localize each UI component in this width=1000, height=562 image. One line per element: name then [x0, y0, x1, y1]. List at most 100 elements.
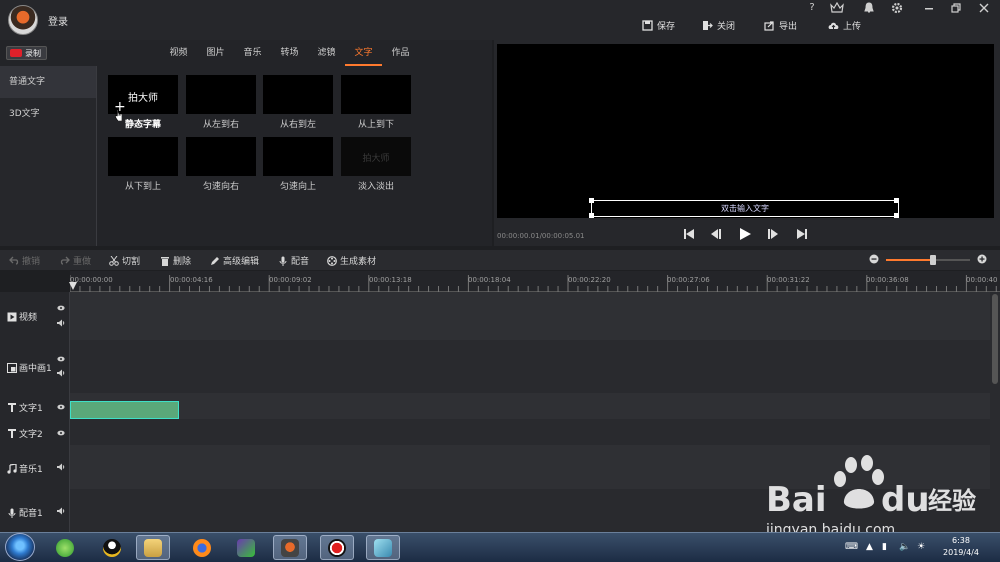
zoom-out-icon[interactable] [869, 254, 879, 264]
template-thumbnail[interactable] [186, 137, 256, 176]
speaker-icon[interactable]: 🔈 [899, 542, 910, 552]
eye-icon[interactable] [57, 304, 65, 313]
advanced-edit-button[interactable]: 高级编辑 [210, 254, 259, 267]
template-thumbnail[interactable] [263, 75, 333, 114]
dub-button[interactable]: 配音 [278, 254, 309, 267]
track-text2[interactable] [70, 419, 990, 445]
tab-text[interactable]: 文字 [345, 40, 382, 66]
microphone-icon [8, 508, 16, 518]
undo-button[interactable]: 撤销 [9, 254, 40, 267]
music-note-icon [7, 463, 17, 474]
template-thumbnail[interactable]: 拍大师 [341, 137, 411, 176]
taskbar-app-qq[interactable] [95, 535, 129, 560]
redo-icon [60, 256, 70, 265]
avatar[interactable] [8, 5, 38, 35]
ruler-label: 00:00:13:18 [369, 276, 412, 284]
restore-icon[interactable] [949, 2, 963, 14]
taskbar-app-firefox[interactable] [185, 535, 219, 560]
record-icon [10, 49, 22, 57]
generate-material-label: 生成素材 [340, 257, 377, 267]
dub-label: 配音 [291, 257, 310, 267]
taskbar-app-explorer[interactable] [136, 535, 170, 560]
ruler-label: 00:00:27:06 [667, 276, 710, 284]
tab-music[interactable]: 音乐 [234, 40, 271, 66]
show-hidden-icons-icon[interactable]: ▲ [866, 542, 873, 552]
close-project-button[interactable]: 关闭 [702, 19, 735, 32]
help-icon[interactable]: ? [805, 2, 819, 14]
volume-icon[interactable] [57, 369, 65, 379]
login-link[interactable]: 登录 [48, 13, 68, 28]
resize-handle[interactable] [894, 198, 899, 203]
tab-image[interactable]: 图片 [197, 40, 234, 66]
skip-start-icon[interactable] [682, 227, 696, 241]
pip-track-icon [7, 362, 17, 373]
weather-icon[interactable]: ☀ [917, 542, 925, 552]
resize-handle[interactable] [894, 213, 899, 218]
redo-button[interactable]: 重做 [60, 254, 91, 267]
track-video[interactable] [70, 292, 990, 340]
template-thumbnail[interactable] [186, 75, 256, 114]
track-name: 文字1 [19, 404, 43, 414]
close-window-icon[interactable] [977, 2, 991, 14]
play-icon[interactable] [738, 227, 752, 241]
text-clip[interactable] [70, 401, 179, 419]
vip-icon[interactable] [830, 1, 844, 14]
keyboard-icon[interactable]: ⌨ [845, 542, 858, 552]
ruler-label: 00:00:31:22 [767, 276, 810, 284]
edit-toolbar [0, 250, 1000, 270]
start-button[interactable] [5, 533, 35, 561]
template-thumbnail[interactable] [341, 75, 411, 114]
bell-icon[interactable] [862, 2, 876, 14]
template-label: 从左到右 [202, 120, 239, 130]
svg-text:Bai: Bai [766, 480, 827, 520]
cut-button[interactable]: 切割 [109, 254, 140, 267]
minimize-icon[interactable] [922, 2, 936, 14]
prev-frame-icon[interactable] [709, 227, 723, 241]
track-name: 音乐1 [19, 465, 43, 475]
zoom-slider-handle[interactable] [930, 255, 937, 265]
taskbar-app-recorder[interactable] [320, 535, 354, 560]
volume-icon[interactable] [57, 319, 65, 329]
track-text1[interactable] [70, 393, 990, 419]
generate-material-button[interactable]: 生成素材 [327, 254, 376, 267]
preview-screen[interactable] [497, 44, 994, 218]
template-label: 匀速向右 [202, 182, 239, 192]
export-button[interactable]: 导出 [764, 19, 797, 32]
tab-transition[interactable]: 转场 [271, 40, 308, 66]
volume-icon[interactable] [57, 507, 65, 517]
eye-icon[interactable] [57, 355, 65, 364]
eye-icon[interactable] [57, 403, 65, 412]
tab-works[interactable]: 作品 [382, 40, 419, 66]
text-input-box[interactable]: 双击输入文字 [591, 200, 899, 217]
track-label-pip: 画中画1 [7, 361, 52, 374]
taskbar-app-paidashi[interactable] [273, 535, 307, 560]
record-button[interactable]: 录制 [6, 46, 47, 60]
category-3d-text[interactable]: 3D文字 [0, 98, 96, 130]
settings-gear-icon[interactable] [890, 2, 904, 14]
tab-filter[interactable]: 滤镜 [308, 40, 345, 66]
zoom-in-icon[interactable] [977, 254, 987, 264]
eye-icon[interactable] [57, 429, 65, 438]
next-frame-icon[interactable] [766, 227, 780, 241]
save-button[interactable]: 保存 [642, 19, 675, 32]
category-normal-text[interactable]: 普通文字 [0, 66, 96, 98]
taskbar-app-media[interactable] [229, 535, 263, 560]
taskbar-app-360[interactable] [48, 535, 82, 560]
scrollbar-thumb[interactable] [992, 294, 998, 384]
tab-video[interactable]: 视频 [160, 40, 197, 66]
volume-icon[interactable] [57, 463, 65, 473]
ruler-label: 00:00:22:20 [568, 276, 611, 284]
template-thumbnail[interactable] [108, 137, 178, 176]
redo-label: 重做 [73, 257, 92, 267]
skip-end-icon[interactable] [795, 227, 809, 241]
track-pip[interactable] [70, 340, 990, 393]
template-thumbnail[interactable] [263, 137, 333, 176]
battery-icon[interactable]: ▮ [882, 542, 887, 552]
resize-handle[interactable] [589, 198, 594, 203]
taskbar-app-notes[interactable] [366, 535, 400, 560]
delete-button[interactable]: 删除 [160, 254, 191, 267]
resize-handle[interactable] [589, 213, 594, 218]
taskbar-clock[interactable]: 6:38 2019/4/4 [936, 535, 986, 559]
upload-button[interactable]: 上传 [828, 19, 861, 32]
playhead[interactable] [69, 282, 77, 290]
